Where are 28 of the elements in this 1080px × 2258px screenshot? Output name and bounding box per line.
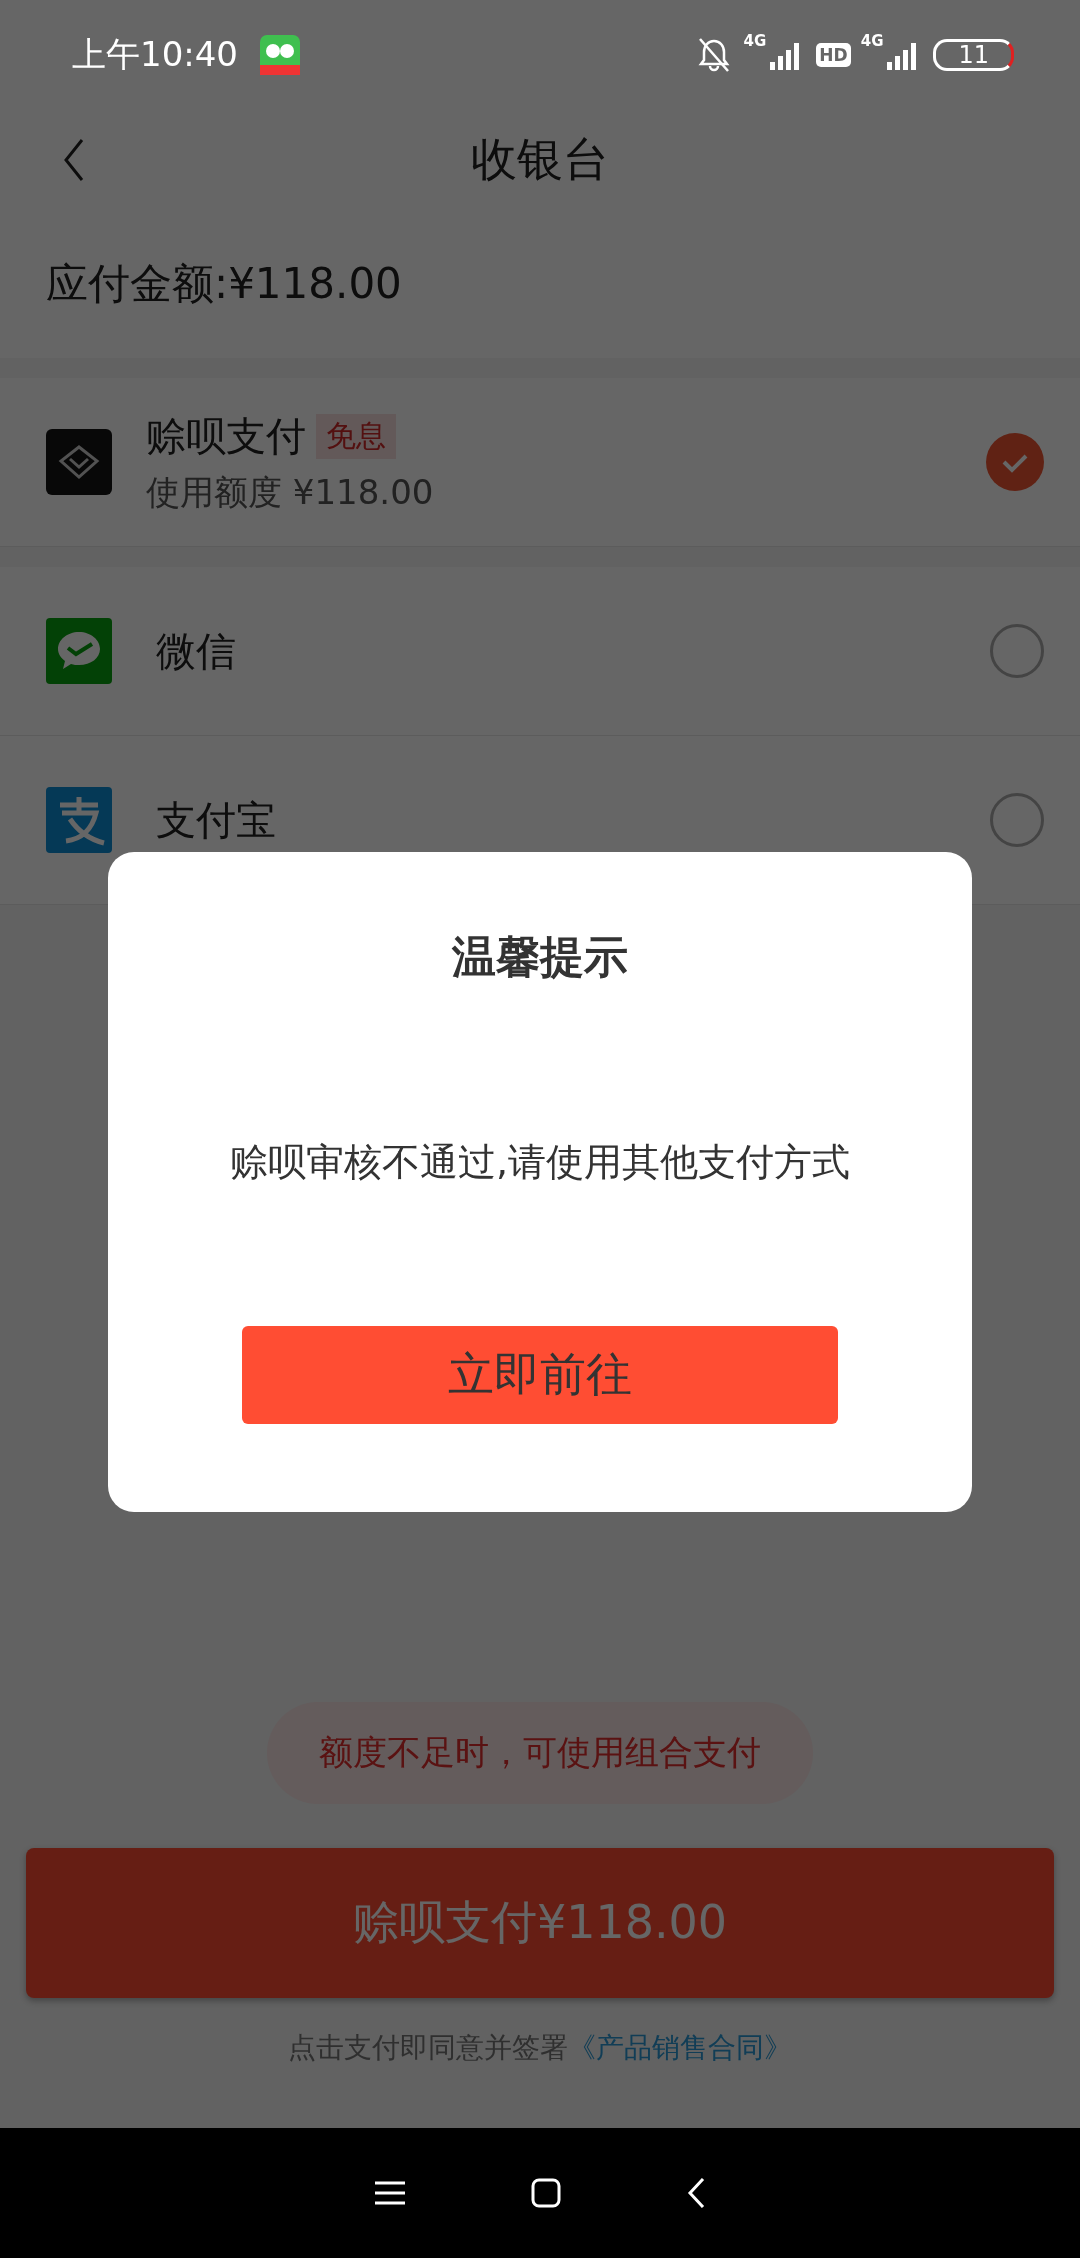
chat-bubble-icon bbox=[46, 618, 112, 684]
payment-name: 赊呗支付 bbox=[146, 411, 306, 461]
payment-name: 支付宝 bbox=[156, 795, 276, 845]
hd-badge: HD bbox=[816, 43, 851, 67]
app-icon bbox=[260, 35, 300, 75]
payment-option[interactable]: 赊呗支付 免息 使用额度 ¥118.00 bbox=[0, 378, 1080, 547]
dialog-title: 温馨提示 bbox=[452, 930, 628, 984]
pay-button[interactable]: 赊呗支付¥118.00 bbox=[26, 1848, 1054, 1998]
status-time: 上午10:40 bbox=[72, 33, 238, 76]
payment-option[interactable]: 微信 bbox=[0, 567, 1080, 736]
dialog-message: 赊呗审核不通过,请使用其他支付方式 bbox=[229, 1139, 851, 1186]
interest-free-tag: 免息 bbox=[316, 413, 396, 459]
payment-name: 微信 bbox=[156, 626, 236, 676]
page-title: 收银台 bbox=[471, 131, 609, 188]
credit-amount: 使用额度 ¥118.00 bbox=[146, 470, 435, 514]
amount-due: 应付金额:¥118.00 bbox=[0, 210, 1080, 358]
network-label: 4G bbox=[860, 32, 884, 50]
go-now-button[interactable]: 立即前往 bbox=[242, 1326, 838, 1424]
network-label: 4G bbox=[743, 32, 767, 50]
radio-button[interactable] bbox=[990, 793, 1044, 847]
back-icon[interactable] bbox=[687, 2178, 705, 2208]
radio-button[interactable] bbox=[990, 624, 1044, 678]
selected-check-icon[interactable] bbox=[986, 433, 1044, 491]
battery-indicator: 11 bbox=[933, 39, 1014, 71]
hint-pill: 额度不足时，可使用组合支付 bbox=[267, 1702, 813, 1804]
menu-icon[interactable] bbox=[375, 2181, 405, 2205]
home-icon[interactable] bbox=[531, 2178, 561, 2208]
contract-link[interactable]: 《产品销售合同》 bbox=[568, 2029, 792, 2067]
